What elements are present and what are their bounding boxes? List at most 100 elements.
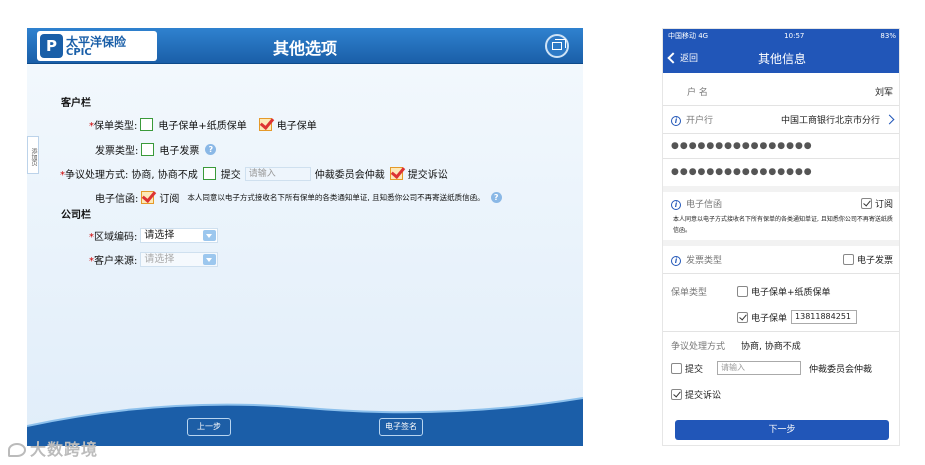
chevron-down-icon (203, 254, 217, 265)
e-sign-button[interactable]: 电子签名 (379, 418, 423, 436)
gap (663, 186, 899, 192)
gap (663, 240, 899, 246)
dispute-label: 争议处理方式 (671, 341, 726, 352)
policy-type-electronic-label: 电子保单 (276, 121, 317, 132)
policy-type-electronic-checkbox[interactable] (258, 118, 272, 131)
ecorr-subscribe-checkbox[interactable] (141, 191, 155, 204)
ecorr-note: 本人同意以电子方式接收名下所有保单的各类通知单证, 且知悉你公司不再寄送纸质信函… (187, 193, 485, 202)
policy-label: 保单类型 (671, 287, 708, 298)
ecorr-subscribe-label: 订阅 (159, 194, 180, 205)
submit-row: 提交 请输入 仲裁委员会仲裁 (663, 359, 899, 377)
company-section-title: 公司栏 (61, 210, 91, 221)
ecorr-subscribe-label: 订阅 (874, 199, 893, 210)
bank-value: 中国工商银行北京市分行 (780, 115, 880, 126)
dispute-submit-checkbox[interactable] (202, 167, 216, 180)
arbitration-input[interactable]: 请输入 (244, 166, 311, 181)
info-icon: i (671, 199, 681, 210)
nav-bar: 返回 其他信息 (663, 43, 899, 73)
ecorr-label: 电子信函 (686, 199, 723, 210)
lawsuit-checkbox[interactable] (671, 388, 682, 400)
ecorr-subscribe-wrap[interactable]: 订阅 (860, 197, 893, 210)
source-row: *客户来源: 请选择 (89, 252, 219, 267)
invoice-row: i 发票类型 电子发票 (663, 251, 899, 267)
policy-paper-label: 电子保单+纸质保单 (751, 287, 831, 298)
divider (663, 133, 899, 134)
submit-checkbox[interactable] (671, 362, 682, 374)
bank-label: 开户行 (686, 115, 714, 126)
ecorr-row: i 电子信函 订阅 (663, 195, 899, 211)
side-tab[interactable]: 添加页 (27, 136, 39, 174)
dispute-submit-label: 提交 (220, 170, 241, 181)
invoice-electronic-checkbox[interactable] (141, 143, 155, 156)
submit-input[interactable]: 请输入 (717, 361, 802, 375)
policy-type-paper-label: 电子保单+纸质保单 (158, 121, 247, 132)
ecorr-label-wrap: i 电子信函 (671, 197, 722, 210)
next-button[interactable]: 下一步 (675, 420, 889, 440)
invoice-option[interactable]: 电子发票 (842, 253, 893, 266)
customer-section-title: 客户栏 (61, 98, 91, 109)
account-name-value: 刘军 (874, 87, 893, 98)
arbitration-label: 仲裁委员会仲裁 (314, 170, 385, 181)
region-select[interactable]: 请选择 (140, 228, 219, 243)
region-row: *区域编码: 请选择 (89, 228, 219, 243)
page-title: 其他选项 (272, 39, 337, 58)
prev-button[interactable]: 上一步 (187, 418, 231, 436)
invoice-type-label: 发票类型: (95, 146, 139, 157)
window-icon (552, 39, 566, 50)
masked-field-1: ●●●●●●●●●●●●●●●● (671, 141, 813, 151)
window-switch-button[interactable] (545, 34, 569, 58)
help-icon[interactable]: ? (205, 144, 217, 155)
dispute-text: 协商, 协商不成 (131, 170, 198, 181)
divider (663, 158, 899, 159)
ecorr-subscribe-checkbox (860, 197, 872, 209)
footer-wave (27, 397, 583, 446)
phone-screen: 中国移动 4G 10:57 83% 返回 其他信息 户 名 刘军 i 开户行 中国… (662, 28, 900, 446)
header-bar: P 太平洋保险 CPIC 其他选项 (27, 28, 583, 64)
phone-title: 其他信息 (757, 52, 806, 66)
policy-electronic-label: 电子保单 (751, 313, 788, 324)
invoice-label: 发票类型 (686, 255, 723, 266)
submit-label: 提交 (685, 364, 704, 375)
watermark: 大数跨境 (8, 436, 98, 460)
ecorr-label: 电子信函: (95, 194, 139, 205)
source-select[interactable]: 请选择 (140, 252, 219, 267)
policy-electronic-option[interactable]: 电子保单 (737, 311, 787, 324)
dispute-text: 协商, 协商不成 (741, 341, 801, 352)
policy-electronic-checkbox (737, 311, 748, 323)
policy-type-paper-checkbox[interactable] (140, 118, 154, 131)
invoice-label-wrap: i 发票类型 (671, 253, 722, 266)
region-label: *区域编码: (89, 232, 138, 243)
policy-row: 保单类型 电子保单+纸质保单 (663, 283, 899, 299)
invoice-electronic-label: 电子发票 (159, 146, 200, 157)
status-bar: 中国移动 4G 10:57 83% (663, 29, 899, 43)
policy-type-row: *保单类型: 电子保单+纸质保单 电子保单 (89, 117, 317, 132)
chevron-right-icon (884, 114, 895, 124)
bank-value-wrap: 中国工商银行北京市分行 (780, 113, 895, 126)
bank-label-wrap: i 开户行 (671, 113, 713, 126)
invoice-option-label: 电子发票 (856, 255, 893, 266)
carrier: 中国移动 4G (668, 32, 709, 40)
form-body: 添加页 客户栏 *保单类型: 电子保单+纸质保单 电子保单 发票类型: 电子发票… (27, 64, 583, 446)
lawsuit-row: 提交诉讼 (663, 386, 899, 402)
info-icon: i (671, 255, 681, 266)
policy-phone-input[interactable]: 13811884251 (791, 310, 858, 324)
lawsuit-checkbox[interactable] (389, 167, 403, 180)
policy-type-label: *保单类型: (89, 121, 138, 132)
divider (663, 273, 899, 274)
policy-paper-option[interactable]: 电子保单+纸质保单 (737, 285, 831, 298)
policy-paper-checkbox (737, 285, 748, 297)
info-icon: i (671, 115, 681, 126)
divider (663, 105, 899, 106)
dispute-row: 争议处理方式 协商, 协商不成 (663, 337, 899, 353)
watermark-icon (8, 443, 26, 457)
divider (663, 331, 899, 332)
bank-row[interactable]: i 开户行 中国工商银行北京市分行 (663, 109, 899, 129)
dispute-label: *争议处理方式: (60, 170, 129, 181)
invoice-checkbox (842, 253, 854, 265)
lawsuit-label: 提交诉讼 (685, 390, 722, 401)
tablet-screen: P 太平洋保险 CPIC 其他选项 添加页 客户栏 *保单类型: 电子保单+纸质… (27, 28, 583, 446)
policy-electronic-row: 电子保单 13811884251 (663, 309, 899, 325)
invoice-type-row: 发票类型: 电子发票 ? (95, 142, 217, 157)
help-icon[interactable]: ? (490, 192, 502, 203)
dispute-row: *争议处理方式: 协商, 协商不成 提交 请输入 仲裁委员会仲裁 提交诉讼 (60, 166, 448, 181)
